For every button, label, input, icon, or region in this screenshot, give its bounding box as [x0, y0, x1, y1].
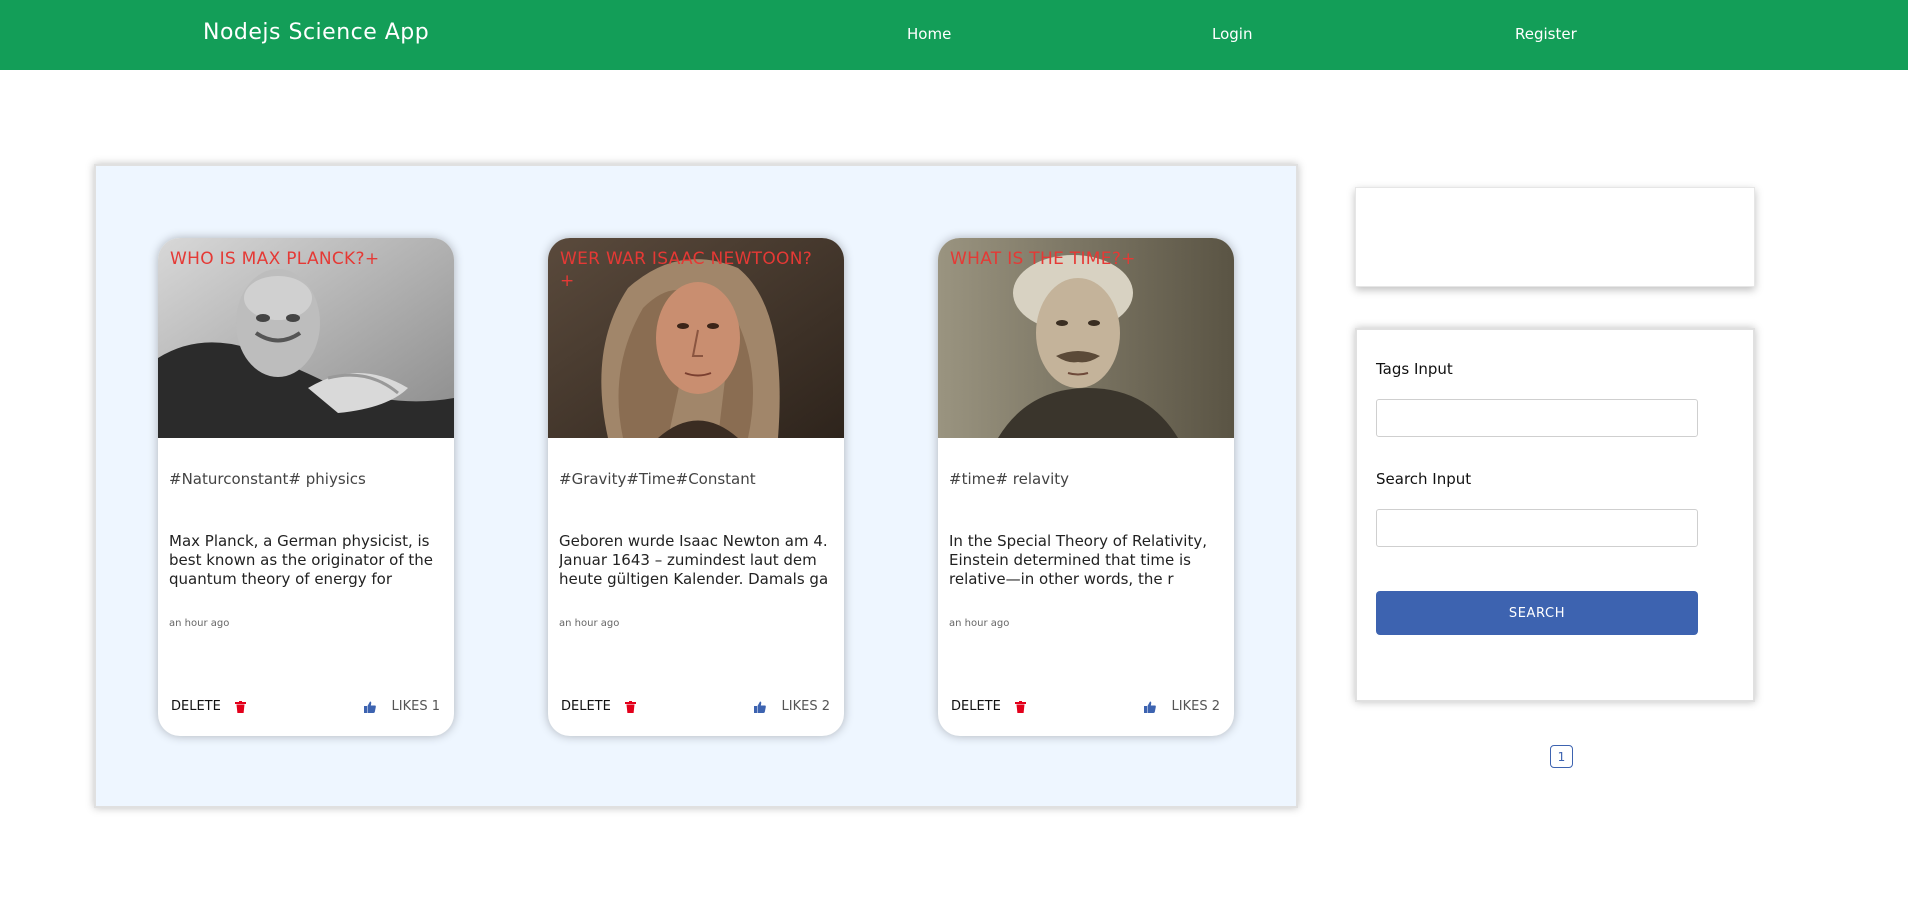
search-input-label: Search Input [1376, 470, 1472, 488]
thumbs-up-icon [1143, 701, 1156, 713]
post-tags: #Naturconstant# phiysics [169, 470, 366, 488]
post-tags: #Gravity#Time#Constant [559, 470, 756, 488]
sidebar-empty-card [1355, 187, 1755, 287]
post-excerpt: Geboren wurde Isaac Newton am 4. Januar … [559, 532, 829, 588]
likes-count: LIKES 2 [1171, 699, 1220, 714]
post-card: WER WAR ISAAC NEWTOON?+ #Gravity#Time#Co… [548, 238, 844, 736]
search-button[interactable]: SEARCH [1376, 591, 1698, 635]
trash-icon [234, 700, 246, 713]
pagination-page-button[interactable]: 1 [1550, 745, 1573, 768]
app-brand[interactable]: Nodejs Science App [203, 20, 429, 45]
like-button[interactable]: LIKES 2 [753, 699, 830, 714]
delete-label: DELETE [951, 699, 1001, 714]
post-title[interactable]: WHO IS MAX PLANCK?+ [170, 248, 430, 270]
post-timestamp: an hour ago [949, 618, 1010, 629]
delete-label: DELETE [171, 699, 221, 714]
post-timestamp: an hour ago [169, 618, 230, 629]
post-card: WHAT IS THE TIME?+ #time# relavity In th… [938, 238, 1234, 736]
top-navbar: Nodejs Science App Home Login Register [0, 0, 1908, 70]
post-card: WHO IS MAX PLANCK?+ #Naturconstant# phiy… [158, 238, 454, 736]
tags-input[interactable] [1376, 399, 1698, 437]
trash-icon [1014, 700, 1026, 713]
thumbs-up-icon [363, 701, 376, 713]
post-excerpt: In the Special Theory of Relativity, Ein… [949, 532, 1207, 588]
like-button[interactable]: LIKES 1 [363, 699, 440, 714]
nav-login-link[interactable]: Login [1212, 25, 1252, 43]
post-timestamp: an hour ago [559, 618, 620, 629]
delete-button[interactable]: DELETE [561, 699, 636, 714]
likes-count: LIKES 1 [391, 699, 440, 714]
delete-button[interactable]: DELETE [951, 699, 1026, 714]
post-excerpt: Max Planck, a German physicist, is best … [169, 532, 434, 588]
thumbs-up-icon [753, 701, 766, 713]
tags-input-label: Tags Input [1376, 360, 1453, 378]
nav-home-link[interactable]: Home [907, 25, 951, 43]
delete-button[interactable]: DELETE [171, 699, 246, 714]
search-input[interactable] [1376, 509, 1698, 547]
like-button[interactable]: LIKES 2 [1143, 699, 1220, 714]
post-title[interactable]: WHAT IS THE TIME?+ [950, 248, 1210, 270]
delete-label: DELETE [561, 699, 611, 714]
nav-register-link[interactable]: Register [1515, 25, 1577, 43]
likes-count: LIKES 2 [781, 699, 830, 714]
post-tags: #time# relavity [949, 470, 1070, 488]
post-title[interactable]: WER WAR ISAAC NEWTOON?+ [560, 248, 820, 292]
trash-icon [624, 700, 636, 713]
